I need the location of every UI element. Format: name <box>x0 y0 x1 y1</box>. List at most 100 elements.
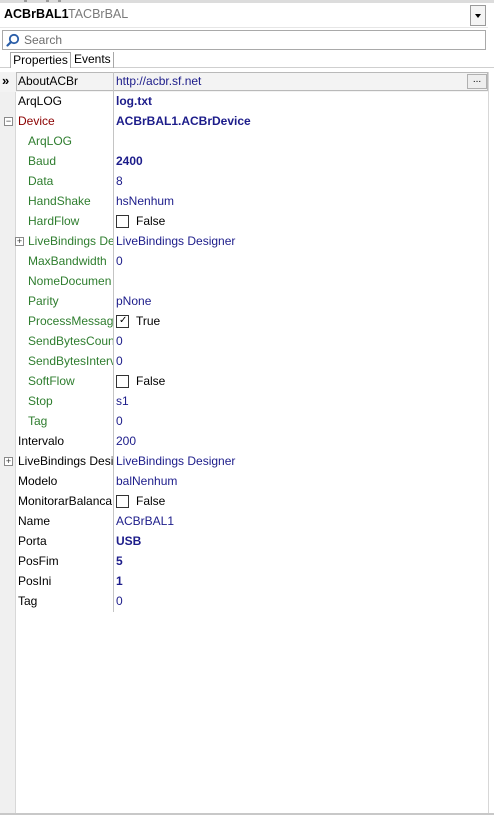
softflow-checkbox[interactable] <box>116 375 129 388</box>
property-grid: » AboutACBr http://acbr.sf.net ... ArqLO… <box>0 72 494 815</box>
property-value[interactable]: 0 <box>116 412 123 432</box>
property-row-aboutacbr[interactable]: » AboutACBr http://acbr.sf.net ... <box>0 72 488 92</box>
property-row-livebindings-device[interactable]: + LiveBindings De LiveBindings Designer <box>0 232 488 252</box>
property-row-data[interactable]: Data 8 <box>0 172 488 192</box>
property-row-tag[interactable]: Tag 0 <box>0 592 488 612</box>
property-row-nomedocumento[interactable]: NomeDocumen <box>0 272 488 292</box>
property-value[interactable]: LiveBindings Designer <box>116 232 235 252</box>
property-name: Device <box>18 114 55 128</box>
tab-events[interactable]: Events <box>72 52 114 68</box>
inspector-tabs: Properties Events <box>0 52 494 68</box>
property-name: MonitorarBalanca <box>18 494 113 508</box>
property-name: Intervalo <box>18 434 65 448</box>
property-value[interactable]: ACBrBAL1 <box>116 512 174 532</box>
hardflow-checkbox[interactable] <box>116 215 129 228</box>
property-row-name[interactable]: Name ACBrBAL1 <box>0 512 488 532</box>
property-value[interactable]: http://acbr.sf.net <box>116 72 201 92</box>
property-row-device-tag[interactable]: Tag 0 <box>0 412 488 432</box>
property-name: Baud <box>28 154 57 168</box>
property-name: ArqLOG <box>18 94 63 108</box>
collapse-icon[interactable]: − <box>4 117 13 126</box>
property-row-intervalo[interactable]: Intervalo 200 <box>0 432 488 452</box>
property-row-livebindings[interactable]: + LiveBindings Desig LiveBindings Design… <box>0 452 488 472</box>
property-row-monitorarbalanca[interactable]: MonitorarBalanca False <box>0 492 488 512</box>
property-name: ProcessMessage <box>28 314 113 328</box>
grid-right-border <box>488 72 489 815</box>
property-value[interactable]: 8 <box>116 172 123 192</box>
property-name: AboutACBr <box>18 74 79 88</box>
property-value[interactable]: pNone <box>116 292 151 312</box>
expand-icon[interactable]: + <box>15 237 24 246</box>
tab-properties[interactable]: Properties <box>10 52 71 68</box>
property-row-sendbytescount[interactable]: SendBytesCount 0 <box>0 332 488 352</box>
property-row-posfim[interactable]: PosFim 5 <box>0 552 488 572</box>
property-value[interactable]: LiveBindings Designer <box>116 452 235 472</box>
property-row-baud[interactable]: Baud 2400 <box>0 152 488 172</box>
property-value[interactable]: 200 <box>116 432 136 452</box>
property-row-parity[interactable]: Parity pNone <box>0 292 488 312</box>
property-value[interactable]: 1 <box>116 572 123 592</box>
property-row-maxbandwidth[interactable]: MaxBandwidth 0 <box>0 252 488 272</box>
property-value[interactable]: ACBrBAL1.ACBrDevice <box>116 112 251 132</box>
property-row-sendbytesinterval[interactable]: SendBytesInterv 0 <box>0 352 488 372</box>
expand-icon[interactable]: + <box>4 457 13 466</box>
property-name: ArqLOG <box>28 134 73 148</box>
property-name: HardFlow <box>28 214 80 228</box>
property-name: LiveBindings De <box>28 234 113 248</box>
property-value[interactable]: hsNenhum <box>116 192 174 212</box>
component-name: ACBrBAL1 <box>4 7 69 21</box>
search-input[interactable]: Search <box>2 30 486 50</box>
property-value[interactable]: balNenhum <box>116 472 177 492</box>
property-row-device-arqlog[interactable]: ArqLOG <box>0 132 488 152</box>
property-name: SendBytesInterv <box>28 354 113 368</box>
property-row-hardflow[interactable]: HardFlow False <box>0 212 488 232</box>
checkmark-icon: ✓ <box>119 315 128 326</box>
property-row-softflow[interactable]: SoftFlow False <box>0 372 488 392</box>
property-value[interactable]: 0 <box>116 592 123 612</box>
property-name: Stop <box>28 394 53 408</box>
property-row-stop[interactable]: Stop s1 <box>0 392 488 412</box>
property-value[interactable]: s1 <box>116 392 129 412</box>
property-value[interactable]: USB <box>116 532 141 552</box>
property-name: Data <box>28 174 54 188</box>
property-value[interactable]: 5 <box>116 552 123 572</box>
property-name: Tag <box>28 414 48 428</box>
property-name: Parity <box>28 294 59 308</box>
property-name: PosFim <box>18 554 59 568</box>
property-row-arqlog[interactable]: ArqLOG log.txt <box>0 92 488 112</box>
property-name: MaxBandwidth <box>28 254 107 268</box>
processmessages-checkbox[interactable]: ✓ <box>116 315 129 328</box>
property-row-handshake[interactable]: HandShake hsNenhum <box>0 192 488 212</box>
property-name: Porta <box>18 534 47 548</box>
property-row-processmessages[interactable]: ProcessMessage ✓ True <box>0 312 488 332</box>
property-row-modelo[interactable]: Modelo balNenhum <box>0 472 488 492</box>
property-row-porta[interactable]: Porta USB <box>0 532 488 552</box>
property-name: NomeDocumen <box>28 274 112 288</box>
property-name: SendBytesCount <box>28 334 113 348</box>
property-value: False <box>136 374 166 388</box>
column-divider[interactable] <box>113 72 114 612</box>
property-name: Tag <box>18 594 38 608</box>
property-name: HandShake <box>28 194 91 208</box>
property-value[interactable]: log.txt <box>116 92 152 112</box>
property-row-posini[interactable]: PosIni 1 <box>0 572 488 592</box>
property-value[interactable]: 0 <box>116 332 123 352</box>
component-selector[interactable]: ACBrBAL1 TACBrBAL <box>0 3 488 28</box>
ellipsis-button[interactable]: ... <box>467 74 487 89</box>
chevron-down-icon[interactable] <box>470 5 486 26</box>
property-value: True <box>136 314 161 328</box>
property-value[interactable]: 0 <box>116 352 123 372</box>
search-icon <box>6 33 20 47</box>
property-name: PosIni <box>18 574 52 588</box>
property-value: False <box>136 214 166 228</box>
property-row-device[interactable]: − Device ACBrBAL1.ACBrDevice <box>0 112 488 132</box>
property-value: False <box>136 494 166 508</box>
monitorarbalanca-checkbox[interactable] <box>116 495 129 508</box>
property-name: Name <box>18 514 51 528</box>
property-name: LiveBindings Desig <box>18 454 113 468</box>
property-name: SoftFlow <box>28 374 75 388</box>
property-value[interactable]: 2400 <box>116 152 143 172</box>
search-placeholder: Search <box>24 33 63 47</box>
selected-row-marker-icon: » <box>2 73 10 88</box>
property-value[interactable]: 0 <box>116 252 123 272</box>
